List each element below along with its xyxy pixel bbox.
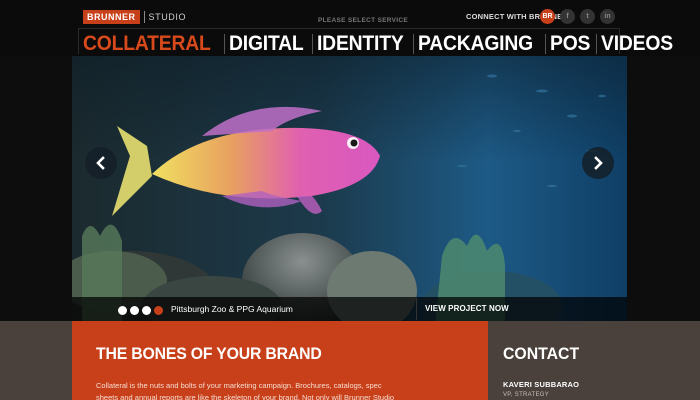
logo-studio: STUDIO <box>148 12 187 22</box>
brunner-icon[interactable]: BR <box>540 9 555 24</box>
nav-item-digital[interactable]: DIGITAL <box>229 30 304 58</box>
contact-title: CONTACT <box>503 344 580 363</box>
nav-separator <box>311 34 313 54</box>
logo-divider <box>143 11 145 23</box>
next-slide-button[interactable] <box>582 147 614 179</box>
chevron-right-icon <box>594 156 603 170</box>
nav-separator <box>412 34 414 54</box>
slide-dot-3[interactable] <box>142 306 151 315</box>
nav-separator <box>595 34 597 54</box>
view-project-link[interactable]: VIEW PROJECT NOW <box>425 304 509 313</box>
nav-separator <box>544 34 546 54</box>
chevron-left-icon <box>96 156 105 170</box>
nav-separator <box>223 34 225 54</box>
service-prompt: PLEASE SELECT SERVICE <box>318 17 408 24</box>
logo-brand: BRUNNER <box>83 10 140 24</box>
prev-slide-button[interactable] <box>85 147 117 179</box>
nav-item-packaging[interactable]: PACKAGING <box>418 30 533 58</box>
slide-dot-1[interactable] <box>118 306 127 315</box>
twitter-icon[interactable]: t <box>580 9 595 24</box>
slide-caption: Pittsburgh Zoo & PPG Aquarium <box>171 304 293 314</box>
caption-divider <box>416 298 417 320</box>
nav-item-videos[interactable]: VIDEOS <box>601 30 673 58</box>
contact-role: VP, STRATEGY <box>503 392 550 398</box>
nav-item-pos[interactable]: POS <box>550 30 590 58</box>
nav-item-collateral[interactable]: COLLATERAL <box>83 30 211 58</box>
hero-slideshow[interactable] <box>72 56 627 321</box>
brunner-studio-logo[interactable]: BRUNNER STUDIO <box>83 10 186 24</box>
section-title: THE BONES OF YOUR BRAND <box>96 344 322 363</box>
nav-item-identity[interactable]: IDENTITY <box>317 30 404 58</box>
linkedin-icon[interactable]: in <box>600 9 615 24</box>
contact-name: KAVERI SUBBARAO <box>503 380 580 389</box>
slide-dot-4[interactable] <box>154 306 163 315</box>
slide-dot-2[interactable] <box>130 306 139 315</box>
slide-image <box>72 56 627 321</box>
facebook-icon[interactable]: f <box>560 9 575 24</box>
section-body: Collateral is the nuts and bolts of your… <box>96 381 395 400</box>
service-nav: COLLATERAL DIGITAL IDENTITY PACKAGING PO… <box>83 30 679 58</box>
